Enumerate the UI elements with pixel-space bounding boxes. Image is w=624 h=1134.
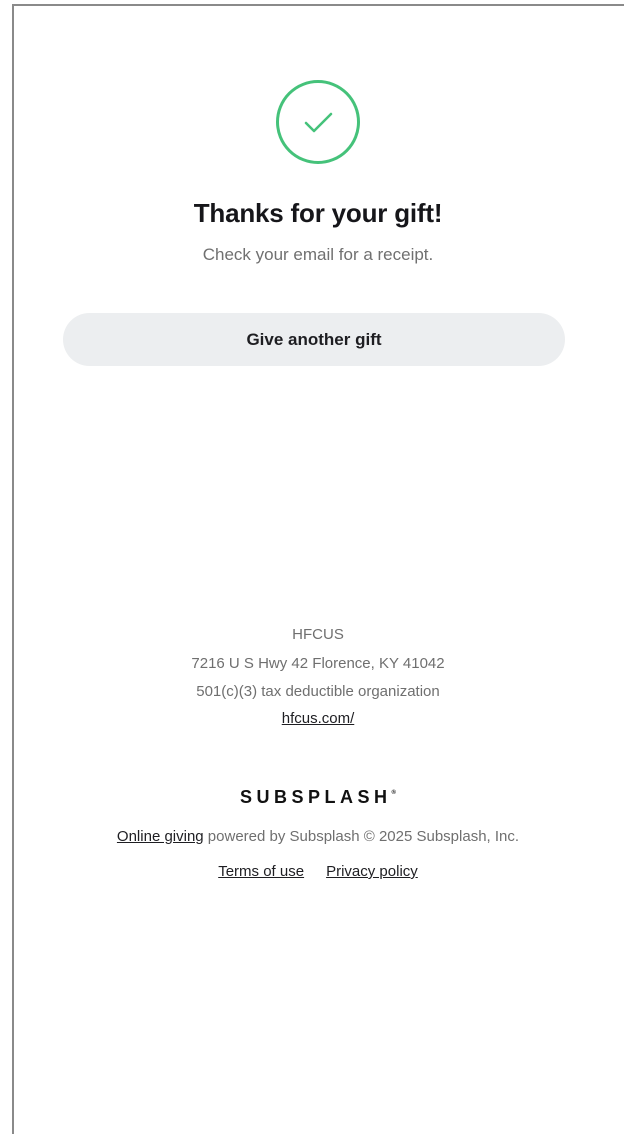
organization-website-link[interactable]: hfcus.com/ <box>0 710 624 727</box>
confirmation-subtitle: Check your email for a receipt. <box>202 245 434 264</box>
terms-of-use-link[interactable]: Terms of use <box>218 863 304 880</box>
privacy-policy-link[interactable]: Privacy policy <box>326 863 418 880</box>
legal-links: Terms of use Privacy policy <box>0 863 624 880</box>
organization-name: HFCUS <box>292 626 344 643</box>
online-giving-link[interactable]: Online giving <box>117 828 204 845</box>
page-frame <box>12 4 624 1134</box>
registered-mark: ® <box>391 790 396 796</box>
give-another-gift-button[interactable]: Give another gift <box>63 313 565 366</box>
checkmark-circle-icon <box>276 80 360 164</box>
checkmark-icon <box>304 112 333 133</box>
powered-by-line: Online giving powered by Subsplash © 202… <box>0 828 624 845</box>
organization-tax-status: 501(c)(3) tax deductible organization <box>196 683 440 700</box>
subsplash-logo-text: SUBSPLASH <box>240 787 392 807</box>
confirmation-title: Thanks for your gift! <box>193 198 443 228</box>
organization-address: 7216 U S Hwy 42 Florence, KY 41042 <box>191 655 445 672</box>
subsplash-logo: SUBSPLASH® <box>0 787 624 808</box>
powered-by-text: powered by Subsplash © 2025 Subsplash, I… <box>203 828 520 845</box>
